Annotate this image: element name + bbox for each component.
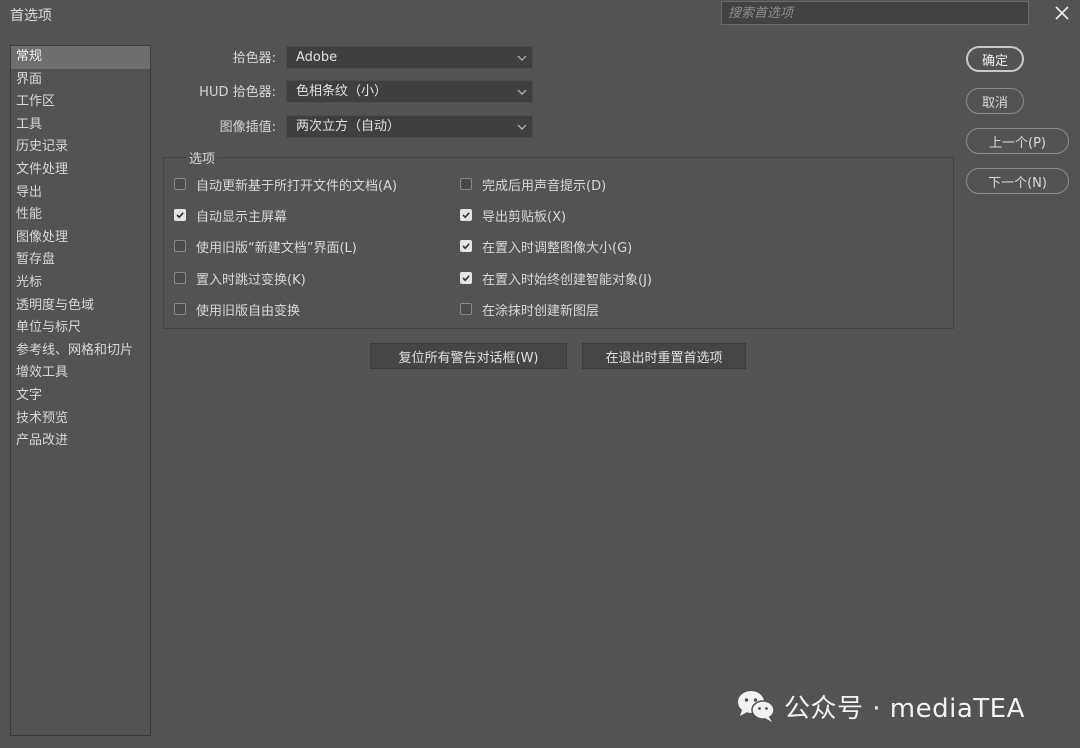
option-checkbox-right-3[interactable]: 在置入时始终创建智能对象(J)	[460, 268, 652, 288]
option-label: 自动显示主屏幕	[196, 209, 288, 225]
checkbox-unchecked[interactable]	[174, 272, 186, 284]
option-checkbox-left-4[interactable]: 使用旧版自由变换	[174, 299, 300, 319]
color-picker-select[interactable]: Adobe	[286, 46, 533, 69]
checkbox-checked[interactable]	[460, 240, 472, 252]
option-label: 使用旧版自由变换	[196, 303, 301, 319]
title-bar: 首选项	[0, 0, 1080, 28]
checkbox-unchecked[interactable]	[460, 178, 472, 190]
next-button[interactable]: 下一个(N)	[966, 168, 1069, 194]
sidebar-item-export[interactable]: 导出	[11, 182, 150, 205]
option-checkbox-right-0[interactable]: 完成后用声音提示(D)	[460, 174, 606, 194]
sidebar-item-tools[interactable]: 工具	[11, 114, 150, 137]
option-checkbox-right-4[interactable]: 在涂抹时创建新图层	[460, 299, 599, 319]
chevron-down-icon	[517, 55, 527, 61]
checkbox-unchecked[interactable]	[174, 303, 186, 315]
reset-prefs-on-quit-button[interactable]: 在退出时重置首选项	[582, 343, 746, 369]
sidebar-item-plugins[interactable]: 增效工具	[11, 362, 150, 385]
sidebar-item-workspace[interactable]: 工作区	[11, 91, 150, 114]
option-checkbox-left-1[interactable]: 自动显示主屏幕	[174, 205, 287, 225]
sidebar: 常规 界面 工作区 工具 历史记录 文件处理 导出 性能 图像处理 暂存盘 光标…	[10, 45, 151, 736]
hud-picker-select[interactable]: 色相条纹（小）	[286, 80, 533, 103]
option-label: 在置入时调整图像大小(G)	[482, 240, 633, 256]
option-checkbox-right-2[interactable]: 在置入时调整图像大小(G)	[460, 236, 632, 256]
check-icon	[462, 275, 470, 282]
option-checkbox-right-1[interactable]: 导出剪贴板(X)	[460, 205, 566, 225]
options-group-title: 选项	[186, 148, 219, 167]
sidebar-item-file-handling[interactable]: 文件处理	[11, 159, 150, 182]
close-icon	[1055, 6, 1069, 20]
sidebar-item-performance[interactable]: 性能	[11, 204, 150, 227]
chevron-down-icon	[517, 124, 527, 130]
interpolation-select[interactable]: 两次立方（自动）	[286, 115, 533, 138]
watermark: 公众号 · mediaTEA	[736, 688, 1025, 724]
option-checkbox-left-0[interactable]: 自动更新基于所打开文件的文档(A)	[174, 174, 397, 194]
sidebar-item-transparency-gamut[interactable]: 透明度与色域	[11, 295, 150, 318]
hud-picker-value: 色相条纹（小）	[296, 84, 388, 99]
sidebar-item-type[interactable]: 文字	[11, 385, 150, 408]
ok-button[interactable]: 确定	[966, 46, 1024, 72]
wechat-icon	[738, 691, 775, 722]
checkbox-checked[interactable]	[174, 209, 186, 221]
sidebar-item-scratch-disks[interactable]: 暂存盘	[11, 249, 150, 272]
check-icon	[462, 212, 470, 219]
check-icon	[462, 243, 470, 250]
window-title: 首选项	[10, 8, 52, 24]
chevron-down-icon	[517, 89, 527, 95]
option-label: 导出剪贴板(X)	[482, 209, 567, 225]
sidebar-item-guides-grid-slices[interactable]: 参考线、网格和切片	[11, 340, 150, 363]
sidebar-item-general[interactable]: 常规	[11, 46, 150, 69]
sidebar-item-history[interactable]: 历史记录	[11, 136, 150, 159]
checkbox-unchecked[interactable]	[460, 303, 472, 315]
checkbox-checked[interactable]	[460, 272, 472, 284]
close-button[interactable]	[1050, 2, 1074, 24]
checkbox-unchecked[interactable]	[174, 240, 186, 252]
option-label: 置入时跳过变换(K)	[196, 272, 306, 288]
option-checkbox-left-3[interactable]: 置入时跳过变换(K)	[174, 268, 306, 288]
prev-button[interactable]: 上一个(P)	[966, 128, 1069, 154]
watermark-text: 公众号 · mediaTEA	[784, 693, 1025, 724]
sidebar-item-units-rulers[interactable]: 单位与标尺	[11, 317, 150, 340]
checkbox-unchecked[interactable]	[174, 178, 186, 190]
interpolation-label: 图像插值:	[219, 120, 276, 135]
reset-warnings-button[interactable]: 复位所有警告对话框(W)	[370, 343, 567, 369]
sidebar-item-interface[interactable]: 界面	[11, 69, 150, 92]
option-label: 完成后用声音提示(D)	[482, 178, 607, 194]
sidebar-item-image-processing[interactable]: 图像处理	[11, 227, 150, 250]
sidebar-item-tech-previews[interactable]: 技术预览	[11, 408, 150, 431]
option-label: 使用旧版“新建文档”界面(L)	[196, 240, 357, 256]
search-input[interactable]	[721, 1, 1029, 25]
sidebar-item-cursors[interactable]: 光标	[11, 272, 150, 295]
interpolation-value: 两次立方（自动）	[296, 119, 401, 134]
option-checkbox-left-2[interactable]: 使用旧版“新建文档”界面(L)	[174, 236, 357, 256]
color-picker-value: Adobe	[296, 50, 338, 65]
sidebar-item-product-improvement[interactable]: 产品改进	[11, 430, 150, 453]
option-label: 自动更新基于所打开文件的文档(A)	[196, 178, 398, 194]
hud-picker-label: HUD 拾色器:	[199, 85, 276, 100]
cancel-button[interactable]: 取消	[966, 88, 1024, 114]
checkbox-checked[interactable]	[460, 209, 472, 221]
option-label: 在置入时始终创建智能对象(J)	[482, 272, 652, 288]
color-picker-label: 拾色器:	[232, 51, 276, 66]
check-icon	[176, 212, 184, 219]
option-label: 在涂抹时创建新图层	[482, 303, 600, 319]
